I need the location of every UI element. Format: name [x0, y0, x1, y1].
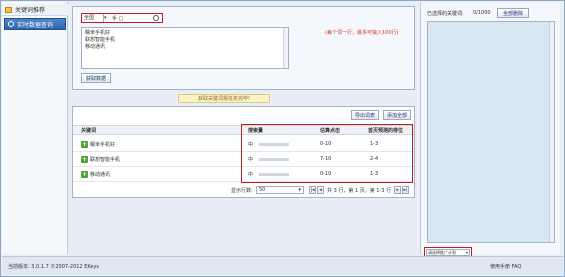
sidebar-item-realtime-query[interactable]: 实时数据查询 — [4, 18, 66, 30]
status-notice: 获取关键词报任务完毕! — [178, 94, 270, 103]
volume-cell: 中 — [248, 171, 290, 178]
sidebar-item-label: 实时数据查询 — [17, 21, 54, 29]
add-keyword-icon[interactable]: + — [81, 141, 88, 148]
last-page-button[interactable]: ▸| — [402, 186, 410, 194]
search-panel: 全国 ▾ 手 □ 糯米手机好 联想智能手机 移动通讯 (每个词一行，最多可输入1… — [72, 6, 415, 90]
rank-value: 2-4 — [370, 156, 379, 162]
volume-value: 中 — [248, 157, 254, 163]
chevron-down-icon: ▾ — [298, 187, 301, 193]
add-keyword-icon[interactable]: + — [81, 156, 88, 163]
keyword-line: 联想智能手机 — [85, 37, 116, 43]
plan-select[interactable]: 请选择推广计划 ▾ — [426, 249, 470, 256]
first-page-button[interactable]: |◂ — [309, 186, 316, 194]
sidebar-item-label: 关键词推荐 — [15, 7, 46, 14]
results-panel: 导出词表 添加全部 关键词 + 糯米手机好 + 联想智能手机 + 移动通讯 搜索… — [72, 106, 415, 198]
search-icon — [8, 21, 14, 27]
textarea-scrollbar[interactable] — [283, 28, 288, 68]
help-links[interactable]: 使用手册 FAQ — [490, 263, 521, 270]
rows-per-page-value: 50 — [259, 187, 266, 193]
add-all-button[interactable]: 添加全部 — [383, 110, 411, 120]
metrics-columns-box: 搜索量 估算点击 首页预测的排位 中 中 中 0-10 7-10 0-10 1-… — [241, 124, 413, 183]
list-scrollbar[interactable] — [549, 22, 554, 242]
folder-icon — [5, 6, 12, 13]
clicks-value: 0-10 — [320, 171, 332, 177]
volume-cell: 中 — [248, 141, 290, 148]
status-bar: 当前版本: 3.0.1.7 ©2007-2012 EKeys 使用手册 FAQ — [2, 256, 563, 275]
search-icon[interactable] — [153, 15, 159, 21]
volume-bar — [259, 143, 290, 146]
column-header-rank[interactable]: 首页预测的排位 — [368, 127, 403, 134]
selected-keywords-list[interactable] — [427, 21, 555, 243]
clicks-value: 0-10 — [320, 141, 332, 147]
next-page-button[interactable]: ▸ — [394, 186, 402, 194]
input-hint: (每个词一行，最多可输入100行) — [325, 30, 399, 36]
volume-value: 中 — [248, 142, 254, 148]
volume-value: 中 — [248, 172, 254, 178]
clicks-value: 7-10 — [320, 156, 332, 162]
keyword-text: 移动通讯 — [90, 172, 111, 178]
column-header-volume[interactable]: 搜索量 — [248, 127, 263, 134]
sidebar: 关键词推荐 实时数据查询 — [2, 2, 68, 254]
rows-per-page-label: 显示行数: — [231, 188, 253, 194]
volume-bar — [259, 173, 290, 176]
prev-page-button[interactable]: ◂ — [317, 186, 324, 194]
keyword-cell: + 移动通讯 — [81, 171, 110, 178]
rank-value: 1-3 — [370, 171, 379, 177]
chevron-down-icon: ▾ — [465, 250, 468, 255]
region-query-box: 全国 ▾ 手 □ — [81, 13, 163, 23]
sidebar-item-keyword-recommend[interactable]: 关键词推荐 — [2, 4, 68, 16]
keyword-cell: + 糯米手机好 — [81, 141, 115, 148]
clear-all-button[interactable]: 全部删除 — [497, 8, 529, 18]
keyword-line: 移动通讯 — [85, 44, 106, 50]
selected-count: 0/1000 — [473, 10, 491, 16]
region-select[interactable]: 全国 — [82, 14, 104, 22]
column-header-keyword[interactable]: 关键词 — [81, 127, 96, 134]
search-input[interactable]: 手 □ — [109, 15, 153, 22]
page-info: 共 3 行，第 1 页，第 1-3 行 — [327, 187, 392, 194]
export-button[interactable]: 导出词表 — [351, 110, 379, 120]
column-header-clicks[interactable]: 估算点击 — [320, 127, 340, 134]
keyword-textarea[interactable]: 糯米手机好 联想智能手机 移动通讯 — [81, 27, 289, 69]
fetch-data-button[interactable]: 获取数据 — [81, 73, 111, 83]
keyword-line: 糯米手机好 — [85, 30, 111, 36]
volume-bar — [259, 158, 290, 161]
selected-keywords-label: 已选择的关键词: — [427, 11, 464, 17]
keyword-text: 糯米手机好 — [90, 142, 116, 148]
keyword-cell: + 联想智能手机 — [81, 156, 120, 163]
rank-value: 1-3 — [370, 141, 379, 147]
plan-select-value: 请选择推广计划 — [428, 249, 456, 255]
add-keyword-icon[interactable]: + — [81, 171, 88, 178]
version-text: 当前版本: 3.0.1.7 ©2007-2012 EKeys — [8, 264, 100, 270]
pagination-controls: |◂ ◂ 共 3 行，第 1 页，第 1-3 行 ▸ ▸| — [309, 186, 410, 194]
rows-per-page-select[interactable]: 50 ▾ — [256, 186, 304, 194]
right-panel: 已选择的关键词: 0/1000 全部删除 — [420, 2, 560, 254]
volume-cell: 中 — [248, 156, 290, 163]
keyword-text: 联想智能手机 — [90, 157, 121, 163]
